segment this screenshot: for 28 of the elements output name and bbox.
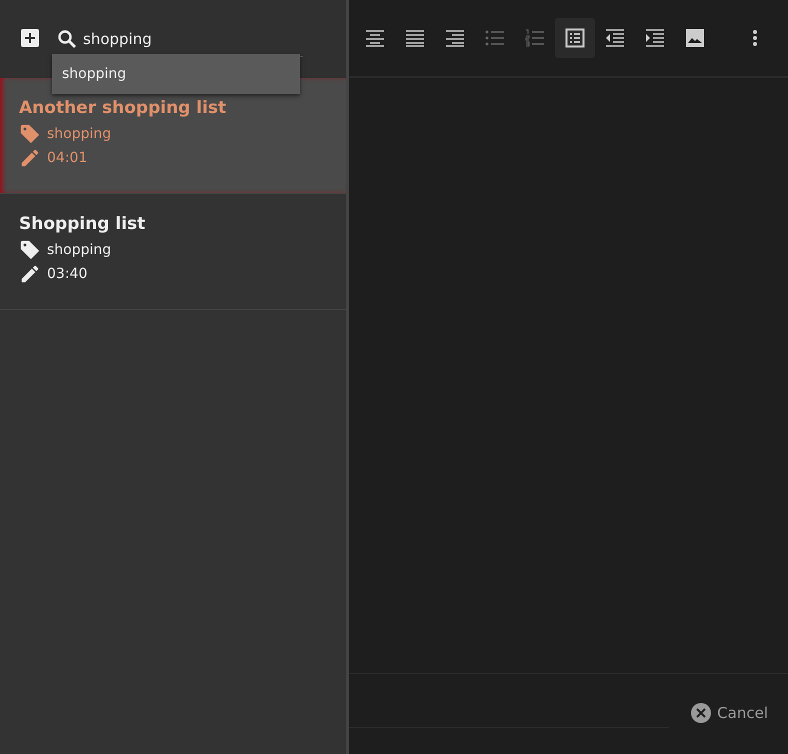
outdent-icon [605,28,625,48]
align-center-icon [365,28,385,48]
suggestion-item[interactable]: shopping [52,54,300,94]
note-tag: shopping [47,242,112,258]
numbered-list-icon [525,28,545,48]
tag-icon [19,239,41,261]
pencil-icon [19,263,41,285]
image-icon [685,28,705,48]
note-time: 04:01 [47,150,88,166]
note-title: Another shopping list [19,98,228,118]
tag-icon [19,123,41,145]
pencil-icon [19,147,41,169]
search-field[interactable]: shopping [83,30,283,48]
search-icon [57,28,77,48]
indent-icon [645,28,665,48]
bullet-list-icon [485,28,505,48]
add-icon[interactable] [20,28,40,48]
toolbar-button[interactable] [555,18,595,58]
align-right-icon [445,28,465,48]
note-time: 03:40 [47,266,88,282]
cancel-button[interactable]: Cancel [691,703,768,723]
note-tag: shopping [47,126,112,142]
note-title: Shopping list [19,214,146,234]
justify-icon [405,28,425,48]
more-icon [753,30,757,46]
checklist-icon [565,28,585,48]
close-icon [691,703,712,723]
note-item[interactable]: Shopping list shopping 03:40 [0,194,346,310]
